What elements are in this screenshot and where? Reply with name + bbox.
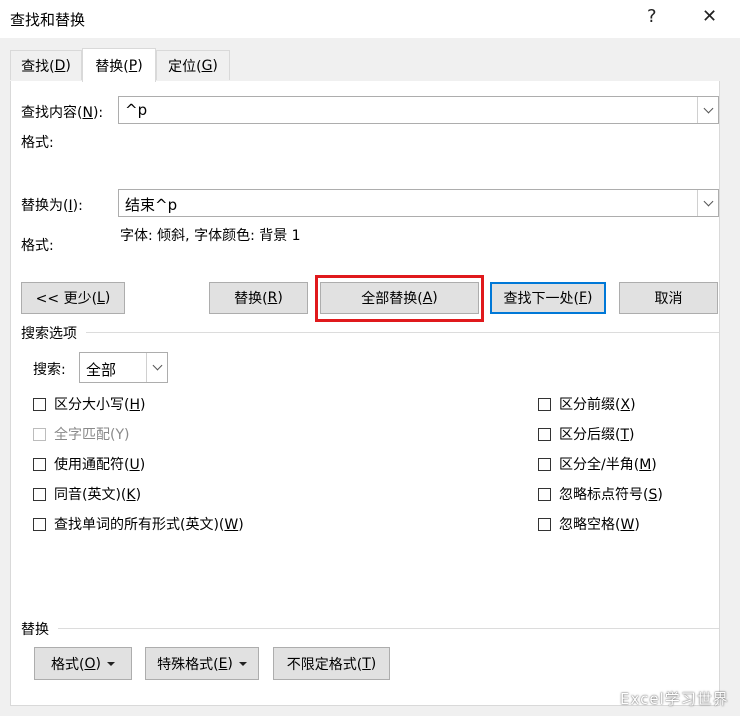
find-what-value[interactable]: ^p [125, 101, 147, 119]
option-ignore-space[interactable]: 忽略空格(W) [538, 514, 640, 534]
checkbox[interactable] [538, 397, 551, 411]
replace-button[interactable]: 替换(R) [209, 282, 308, 314]
find-dropdown-button[interactable] [697, 97, 718, 123]
checkbox[interactable] [33, 457, 46, 471]
tab-find[interactable]: 查找(D) [10, 50, 82, 80]
checkbox[interactable] [33, 397, 46, 411]
help-button[interactable]: ? [647, 6, 657, 27]
find-format-label: 格式: [21, 135, 54, 151]
dropdown-caret-icon [106, 661, 115, 666]
checkbox[interactable] [33, 517, 46, 531]
checkbox[interactable] [538, 427, 551, 441]
cancel-button[interactable]: 取消 [619, 282, 718, 314]
option-match-width[interactable]: 区分全/半角(M) [538, 454, 657, 474]
search-direction-select[interactable]: 全部 [79, 352, 168, 383]
replace-section-divider [58, 628, 719, 629]
replace-with-value[interactable]: 结束^p [125, 194, 177, 215]
no-formatting-button[interactable]: 不限定格式(T) [273, 647, 390, 680]
replace-format-value: 字体: 倾斜, 字体颜色: 背景 1 [120, 228, 301, 244]
option-match-suffix[interactable]: 区分后缀(T) [538, 424, 635, 444]
replace-with-label: 替换为(I): [21, 198, 83, 214]
checkbox[interactable] [538, 517, 551, 531]
close-button[interactable]: ✕ [702, 6, 717, 27]
title-bar [0, 0, 740, 38]
replace-section-heading: 替换 [21, 622, 49, 638]
search-options-divider [86, 332, 719, 333]
special-button[interactable]: 特殊格式(E) [145, 647, 259, 680]
search-direction-dropdown[interactable] [146, 353, 167, 382]
less-button[interactable]: << 更少(L) [21, 282, 125, 314]
find-what-label: 查找内容(N): [21, 105, 104, 121]
chevron-down-icon [152, 360, 162, 371]
chevron-down-icon [703, 196, 713, 206]
watermark-text: Excel学习世界 [620, 690, 729, 708]
tab-replace[interactable]: 替换(P) [82, 48, 156, 82]
option-match-prefix[interactable]: 区分前缀(X) [538, 394, 636, 414]
option-match-case[interactable]: 区分大小写(H) [33, 394, 145, 414]
find-what-combo[interactable]: ^p [118, 96, 719, 124]
checkbox[interactable] [538, 457, 551, 471]
find-next-button[interactable]: 查找下一处(F) [490, 282, 606, 314]
replace-format-label: 格式: [21, 238, 54, 254]
tab-goto[interactable]: 定位(G) [156, 50, 230, 80]
option-wildcards[interactable]: 使用通配符(U) [33, 454, 145, 474]
search-direction-label: 搜索: [33, 362, 66, 378]
option-whole-word: 全字匹配(Y) [33, 424, 130, 444]
replace-dropdown-button[interactable] [697, 190, 718, 216]
replace-all-button[interactable]: 全部替换(A) [320, 282, 479, 314]
checkbox[interactable] [538, 487, 551, 501]
format-button[interactable]: 格式(O) [34, 647, 132, 680]
checkbox[interactable] [33, 487, 46, 501]
window-title: 查找和替换 [10, 11, 86, 29]
option-sounds-like[interactable]: 同音(英文)(K) [33, 484, 141, 504]
search-direction-value: 全部 [86, 361, 117, 379]
checkbox [33, 427, 46, 441]
dropdown-caret-icon [238, 661, 247, 666]
option-ignore-punctuation[interactable]: 忽略标点符号(S) [538, 484, 663, 504]
search-options-heading: 搜索选项 [21, 326, 77, 342]
option-all-word-forms[interactable]: 查找单词的所有形式(英文)(W) [33, 514, 244, 534]
chevron-down-icon [703, 103, 713, 113]
replace-with-combo[interactable]: 结束^p [118, 189, 719, 217]
